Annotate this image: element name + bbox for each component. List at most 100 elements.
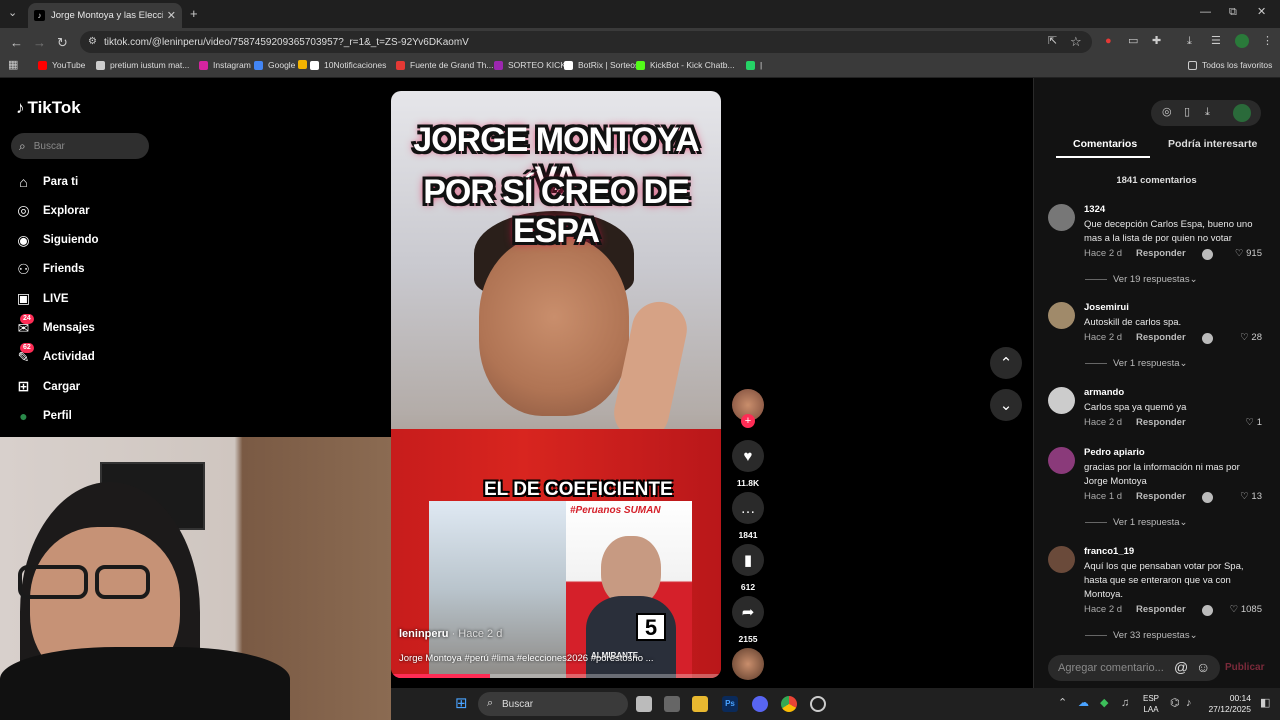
reload-icon[interactable]: ↻ bbox=[57, 36, 68, 49]
comment-like-button[interactable]: ♡ 28 bbox=[1240, 332, 1262, 343]
commenter-avatar[interactable] bbox=[1048, 387, 1075, 414]
tray-app-icon[interactable]: ◆ bbox=[1100, 698, 1108, 709]
author-name[interactable]: leninperu bbox=[399, 628, 449, 640]
comment-like-button[interactable]: ♡ 13 bbox=[1240, 491, 1262, 502]
reply-button[interactable]: Responder bbox=[1136, 417, 1186, 428]
clock[interactable]: 00:14 27/12/2025 bbox=[1201, 693, 1251, 715]
bookmark-item[interactable]: SORTEO KICK bbox=[494, 60, 566, 70]
tray-chevron-icon[interactable]: ⌃ bbox=[1058, 698, 1067, 709]
nav-item-friends[interactable]: ⚇ Friends bbox=[14, 260, 84, 279]
video-player[interactable]: JORGE MONTOYA VA POR SÍ CREO DE ESPA EL … bbox=[391, 91, 721, 678]
phone-icon[interactable]: ▯ bbox=[1184, 107, 1190, 118]
media-icon[interactable]: ☰ bbox=[1211, 36, 1221, 47]
bookmark-star-icon[interactable]: ☆ bbox=[1070, 35, 1082, 48]
volume-icon[interactable]: ♪ bbox=[1186, 698, 1192, 709]
restore-icon[interactable]: ⧉ bbox=[1229, 7, 1237, 18]
view-replies-button[interactable]: Ver 1 respuesta ⌄ bbox=[1085, 517, 1188, 528]
photoshop-icon[interactable]: Ps bbox=[722, 696, 738, 712]
notification-icon[interactable]: ◧ bbox=[1260, 698, 1270, 709]
bookmark-item[interactable]: Instagram bbox=[199, 60, 251, 70]
language-indicator[interactable]: ESP LAA bbox=[1143, 693, 1159, 715]
follow-plus-icon[interactable]: + bbox=[741, 414, 755, 428]
network-icon[interactable]: ⌬ bbox=[1170, 698, 1180, 709]
nav-item-explorar[interactable]: ◎ Explorar bbox=[14, 201, 89, 220]
onedrive-icon[interactable]: ☁ bbox=[1078, 698, 1089, 709]
user-avatar-icon[interactable] bbox=[1233, 104, 1251, 122]
chrome-icon[interactable] bbox=[781, 696, 797, 712]
extension-icon[interactable]: ▭ bbox=[1128, 36, 1138, 47]
address-bar[interactable]: tiktok.com/@leninperu/video/758745920936… bbox=[80, 31, 1092, 53]
reply-button[interactable]: Responder bbox=[1136, 332, 1186, 343]
commenter-name[interactable]: armando bbox=[1084, 387, 1124, 398]
video-description[interactable]: Jorge Montoya #perú #lima #elecciones202… bbox=[399, 653, 674, 664]
previous-video-button[interactable]: ⌃ bbox=[990, 347, 1022, 379]
download-video-icon[interactable]: ⤓ bbox=[1205, 107, 1210, 118]
bookmark-item[interactable]: YouTube bbox=[38, 60, 85, 70]
profile-avatar-icon[interactable] bbox=[1235, 34, 1249, 48]
reply-button[interactable]: Responder bbox=[1136, 491, 1186, 502]
bookmark-item[interactable]: | bbox=[746, 60, 762, 70]
share-button[interactable]: ➦ 2155 bbox=[732, 596, 764, 644]
view-replies-button[interactable]: Ver 1 respuesta ⌄ bbox=[1085, 358, 1188, 369]
nav-item-cargar[interactable]: ⊞ Cargar bbox=[14, 377, 80, 396]
view-replies-button[interactable]: Ver 33 respuestas ⌄ bbox=[1085, 630, 1198, 641]
microphone-icon[interactable]: ♫ bbox=[1121, 698, 1129, 709]
bookmark-item[interactable]: Google bbox=[254, 60, 295, 70]
compass-tool-icon[interactable]: ◎ bbox=[1162, 107, 1172, 118]
forward-icon[interactable]: → bbox=[33, 36, 46, 49]
bookmark-item[interactable]: 10Notificaciones bbox=[310, 60, 386, 70]
commenter-avatar[interactable] bbox=[1048, 204, 1075, 231]
tab-interest[interactable]: Podría interesarte bbox=[1168, 138, 1257, 150]
puzzle-icon[interactable]: ✚ bbox=[1152, 36, 1161, 47]
download-icon[interactable]: ⤓ bbox=[1187, 36, 1192, 47]
video-author[interactable]: leninperu · Hace 2 d bbox=[399, 628, 502, 640]
file-explorer-icon[interactable] bbox=[692, 696, 708, 712]
nav-item-siguiendo[interactable]: ◉ Siguiendo bbox=[14, 231, 98, 250]
comment-like-button[interactable]: ♡ 915 bbox=[1235, 248, 1262, 259]
back-icon[interactable]: ← bbox=[10, 36, 23, 49]
emoji-icon[interactable]: ☺ bbox=[1196, 660, 1210, 674]
bookmark-item[interactable]: pretium iustum mat... bbox=[96, 60, 189, 70]
sound-avatar[interactable] bbox=[732, 648, 764, 680]
nav-item-para-ti[interactable]: ⌂ Para ti bbox=[14, 172, 78, 191]
mention-icon[interactable]: @ bbox=[1174, 660, 1188, 674]
creator-avatar[interactable]: + bbox=[732, 389, 764, 428]
all-favorites-folder[interactable]: Todos los favoritos bbox=[1188, 60, 1272, 70]
next-video-button[interactable]: ⌄ bbox=[990, 389, 1022, 421]
commenter-avatar[interactable] bbox=[1048, 546, 1075, 573]
minimize-icon[interactable]: — bbox=[1200, 7, 1211, 18]
app-icon[interactable] bbox=[664, 696, 680, 712]
task-view-icon[interactable] bbox=[636, 696, 652, 712]
commenter-avatar[interactable] bbox=[1048, 302, 1075, 329]
commenter-avatar[interactable] bbox=[1048, 447, 1075, 474]
comment-like-button[interactable]: ♡ 1085 bbox=[1230, 604, 1262, 615]
like-button[interactable]: ♥ 11.8K bbox=[732, 440, 764, 488]
reply-button[interactable]: Responder bbox=[1136, 248, 1186, 259]
bookmark-item[interactable]: BotRix | Sorteos bbox=[564, 60, 639, 70]
discord-icon[interactable] bbox=[752, 696, 768, 712]
bookmark-item[interactable]: KickBot - Kick Chatb... bbox=[636, 60, 735, 70]
close-tab-icon[interactable]: ✕ bbox=[167, 9, 176, 22]
add-comment-input[interactable]: Agregar comentario... bbox=[1048, 655, 1220, 681]
video-progress-bar[interactable] bbox=[391, 674, 721, 678]
commenter-name[interactable]: 1324 bbox=[1084, 204, 1105, 215]
install-icon[interactable]: ⇱ bbox=[1048, 36, 1057, 47]
comment-button[interactable]: … 1841 bbox=[732, 492, 764, 540]
view-replies-button[interactable]: Ver 19 respuestas ⌄ bbox=[1085, 274, 1198, 285]
comment-like-button[interactable]: ♡ 1 bbox=[1246, 417, 1262, 428]
menu-dots-icon[interactable]: ⋮ bbox=[1262, 36, 1273, 47]
apps-grid-icon[interactable]: ▦ bbox=[8, 60, 18, 71]
browser-tab[interactable]: ♪ Jorge Montoya y las Elecciones ✕ bbox=[28, 3, 182, 28]
extension-red-icon[interactable]: ● bbox=[1105, 36, 1112, 47]
commenter-name[interactable]: franco1_19 bbox=[1084, 546, 1134, 557]
close-window-icon[interactable]: ✕ bbox=[1257, 7, 1266, 18]
tiktok-logo[interactable]: ♪ TikTok bbox=[16, 98, 81, 118]
new-tab-button[interactable]: + bbox=[190, 7, 198, 20]
nav-item-perfil[interactable]: ● Perfil bbox=[14, 406, 72, 425]
commenter-name[interactable]: Pedro apiario bbox=[1084, 447, 1145, 458]
bookmark-item[interactable]: Fuente de Grand Th... bbox=[396, 60, 493, 70]
reply-button[interactable]: Responder bbox=[1136, 604, 1186, 615]
site-info-icon[interactable]: ⚙ bbox=[88, 37, 97, 47]
commenter-name[interactable]: Josemirui bbox=[1084, 302, 1129, 313]
taskbar-search[interactable]: Buscar bbox=[478, 692, 628, 716]
